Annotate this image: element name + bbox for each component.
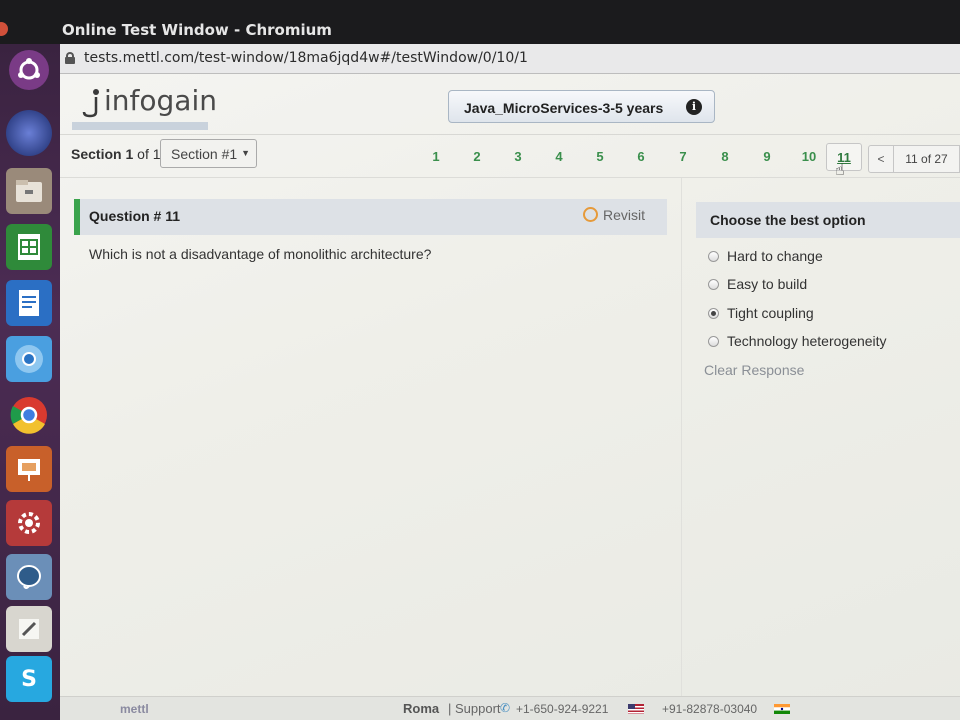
test-name: Java_MicroServices-3-5 years [464, 100, 664, 116]
chrome-icon[interactable] [6, 392, 52, 438]
option-easy-to-build[interactable]: Easy to build [708, 276, 807, 298]
infogain-logo: infogain [104, 84, 217, 117]
nav-divider [60, 177, 960, 178]
options-header-label: Choose the best option [710, 212, 866, 228]
page-indicator: 11 of 27 [894, 145, 960, 173]
chevron-down-icon: ▼ [241, 148, 250, 158]
unity-launcher: S [0, 44, 60, 720]
question-nav-5[interactable]: 5 [582, 143, 618, 171]
ubuntu-dash-icon[interactable] [9, 50, 49, 90]
address-bar[interactable]: tests.mettl.com/test-window/18ma6jqd4w#/… [56, 44, 960, 74]
phone-icon: ✆ [500, 701, 511, 715]
option-tight-coupling[interactable]: Tight coupling [708, 305, 814, 327]
question-nav-2[interactable]: 2 [459, 143, 495, 171]
url-text[interactable]: tests.mettl.com/test-window/18ma6jqd4w#/… [84, 50, 528, 66]
question-nav-6[interactable]: 6 [623, 143, 659, 171]
option-technology-heterogeneity[interactable]: Technology heterogeneity [708, 333, 887, 355]
previous-page-button[interactable]: < [868, 145, 894, 173]
revisit-button[interactable]: Revisit [582, 207, 645, 223]
spreadsheet-icon[interactable] [6, 224, 52, 270]
question-nav-7[interactable]: 7 [665, 143, 701, 171]
skype-icon[interactable]: S [6, 656, 52, 702]
presentation-icon[interactable] [6, 446, 52, 492]
question-nav-8[interactable]: 8 [707, 143, 743, 171]
question-text: Which is not a disadvantage of monolithi… [89, 246, 432, 262]
radio-button-selected[interactable] [708, 308, 719, 319]
question-nav-3[interactable]: 3 [500, 143, 536, 171]
question-nav-9[interactable]: 9 [749, 143, 785, 171]
india-flag-icon [774, 704, 790, 714]
window-title-bar: Online Test Window - Chromium [0, 0, 960, 44]
question-nav-1[interactable]: 1 [418, 143, 454, 171]
section-indicator: Section 1 of 1 [71, 146, 161, 162]
text-editor-icon[interactable] [6, 606, 52, 652]
mettl-logo: mettl [120, 702, 149, 716]
database-icon[interactable] [6, 554, 52, 600]
phone-in: +91-82878-03040 [662, 702, 758, 716]
logo-underline [72, 122, 208, 130]
section-dropdown[interactable]: Section #1 ▼ [160, 139, 257, 168]
test-name-box: Java_MicroServices-3-5 years i [448, 90, 715, 123]
lock-icon [65, 52, 75, 64]
radio-button[interactable] [708, 251, 719, 262]
pane-divider [681, 178, 682, 718]
browser-icon[interactable] [6, 110, 52, 156]
window-title: Online Test Window - Chromium [62, 21, 332, 39]
question-nav-10[interactable]: 10 [791, 143, 827, 171]
radio-button[interactable] [708, 336, 719, 347]
test-page: infogain Java_MicroServices-3-5 years i … [60, 74, 960, 720]
options-header: Choose the best option [696, 202, 960, 238]
question-nav-4[interactable]: 4 [541, 143, 577, 171]
question-title: Question # 11 [89, 208, 181, 224]
document-icon[interactable] [6, 280, 52, 326]
files-icon[interactable] [6, 168, 52, 214]
radio-button[interactable] [708, 279, 719, 290]
window-close-button[interactable] [0, 22, 8, 36]
settings-icon[interactable] [6, 500, 52, 546]
clear-response-link[interactable]: Clear Response [704, 362, 804, 378]
footer: mettl Roma | Support ✆ +1-650-924-9221 +… [60, 696, 960, 720]
us-flag-icon [628, 704, 644, 714]
footer-city: Roma [403, 701, 440, 716]
option-hard-to-change[interactable]: Hard to change [708, 248, 823, 270]
header-divider [60, 134, 960, 135]
question-header: Question # 11 Revisit [74, 199, 667, 235]
phone-us: +1-650-924-9221 [516, 702, 609, 716]
revisit-icon [582, 207, 598, 222]
support-link[interactable]: | Support [448, 701, 501, 716]
infogain-logo-icon [82, 89, 99, 118]
chromium-icon[interactable] [6, 336, 52, 382]
info-icon[interactable]: i [686, 99, 702, 115]
